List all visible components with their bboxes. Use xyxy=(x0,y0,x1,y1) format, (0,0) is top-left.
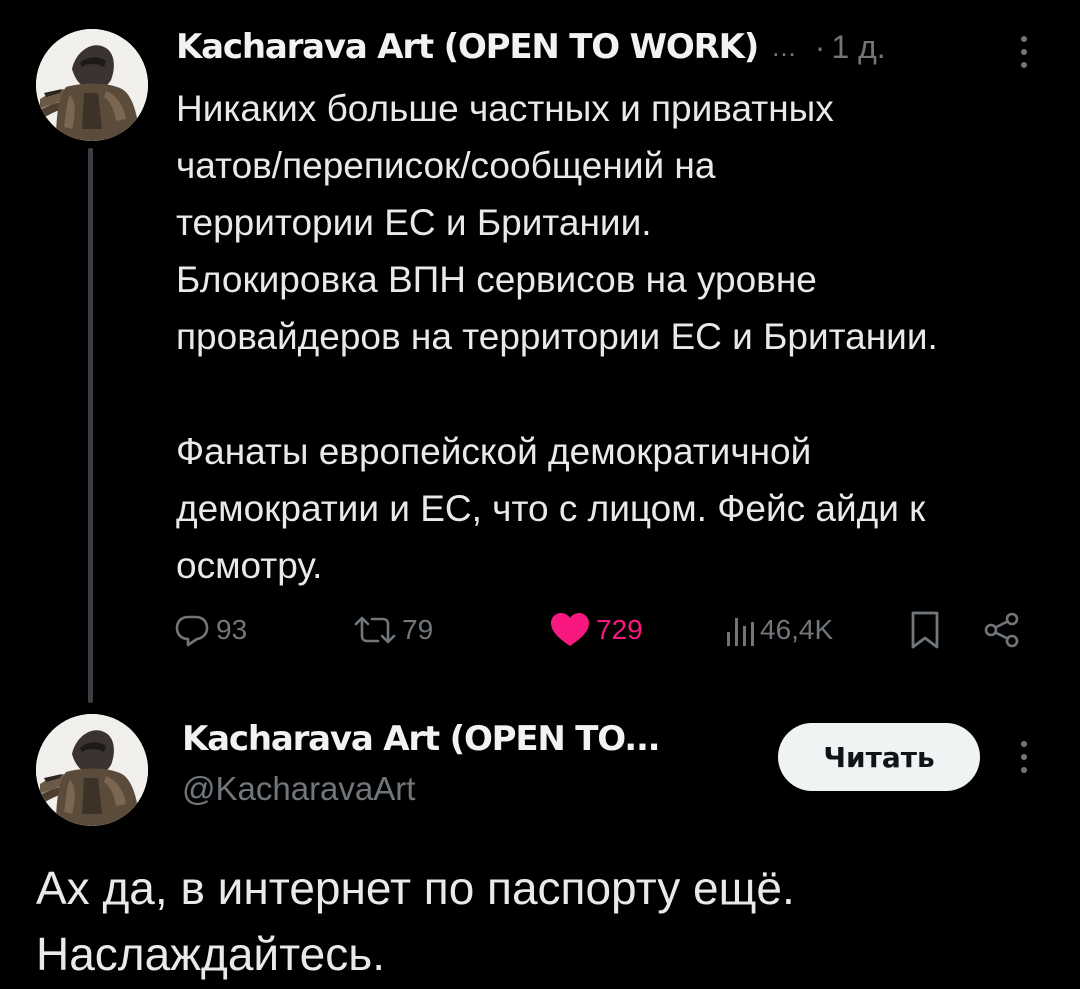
thread-connector-line xyxy=(88,148,93,703)
separator-dot: · xyxy=(814,28,826,65)
like-icon xyxy=(551,613,589,646)
post-text-line: Наслаждайтесь. xyxy=(36,928,385,980)
author-name[interactable]: Kacharava Art (OPEN TO WORK) xyxy=(176,27,759,67)
post-text-line: демократии и ЕС, что с лицом. Фейс айди … xyxy=(176,488,926,529)
more-icon[interactable] xyxy=(1017,741,1031,773)
name-truncation: ... xyxy=(772,31,797,62)
post-text-line: Фанаты европейской демократичной xyxy=(176,431,812,472)
post-text-line: Ах да, в интернет по паспорту ещё. xyxy=(36,862,795,914)
share-icon xyxy=(984,612,1019,648)
more-icon[interactable] xyxy=(1017,36,1031,68)
post-header: Kacharava Art (OPEN TO WORK) ... · 1 д. xyxy=(176,22,886,72)
avatar-image xyxy=(36,29,148,141)
avatar[interactable] xyxy=(36,29,148,141)
bookmark-button[interactable] xyxy=(908,604,942,656)
post-text: Ах да, в интернет по паспорту ещё. Насла… xyxy=(36,855,1036,987)
bookmark-icon xyxy=(911,611,939,649)
author-name[interactable]: Kacharava Art (OPEN TO... xyxy=(182,714,661,764)
avatar[interactable] xyxy=(36,714,148,826)
post-text-line: осмотру. xyxy=(176,545,323,586)
post-text: Никаких больше частных и приватных чатов… xyxy=(176,80,1056,594)
reply-icon xyxy=(175,615,209,647)
post-text-line: чатов/переписок/сообщений на xyxy=(176,145,716,186)
repost-button[interactable]: 79 xyxy=(352,604,433,656)
reply-count: 93 xyxy=(216,614,248,645)
views-icon xyxy=(727,618,754,646)
post-text-line: территории ЕС и Британии. xyxy=(176,202,652,243)
post-header: Kacharava Art (OPEN TO... @KacharavaArt xyxy=(182,714,661,814)
follow-button[interactable]: Читать xyxy=(778,723,980,791)
like-count: 729 xyxy=(596,614,643,645)
views-count: 46,4K xyxy=(760,614,834,645)
reply-button[interactable]: 93 xyxy=(172,604,247,656)
action-bar: 93 79 729 46,4K xyxy=(172,604,1032,656)
views-button[interactable]: 46,4K xyxy=(724,604,833,656)
like-button[interactable]: 729 xyxy=(548,604,643,656)
post-text-line: провайдеров на территории ЕС и Британии. xyxy=(176,316,938,357)
repost-count: 79 xyxy=(402,614,434,645)
post-text-line: Блокировка ВПН сервисов на уровне xyxy=(176,259,817,300)
author-handle[interactable]: @KacharavaArt xyxy=(182,764,659,814)
repost-icon xyxy=(354,616,396,644)
share-button[interactable] xyxy=(982,604,1022,656)
avatar-image xyxy=(36,714,148,826)
post-text-line: Никаких больше частных и приватных xyxy=(176,88,834,129)
timestamp[interactable]: 1 д. xyxy=(831,29,885,66)
